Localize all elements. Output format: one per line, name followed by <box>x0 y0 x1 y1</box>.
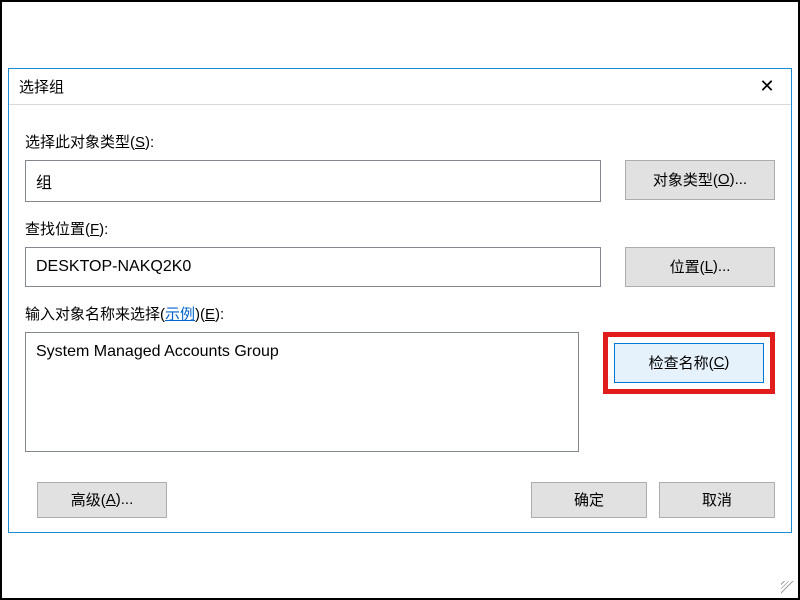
close-button[interactable]: ✕ <box>743 69 791 105</box>
object-type-field: 组 <box>25 160 601 202</box>
object-names-row: System Managed Accounts Group 检查名称(C) <box>25 332 775 452</box>
locations-button[interactable]: 位置(L)... <box>625 247 775 287</box>
object-type-label: 选择此对象类型(S): <box>25 131 775 152</box>
check-names-highlight: 检查名称(C) <box>603 332 775 394</box>
cancel-button[interactable]: 取消 <box>659 482 775 518</box>
object-type-value: 组 <box>36 169 52 193</box>
dialog-content: 选择此对象类型(S): 组 对象类型(O)... 查找位置(F): DESKTO… <box>9 105 791 532</box>
window-frame: 选择组 ✕ 选择此对象类型(S): 组 对象类型(O)... 查找位置(F): <box>0 0 800 600</box>
advanced-button[interactable]: 高级(A)... <box>37 482 167 518</box>
location-value: DESKTOP-NAKQ2K0 <box>36 258 191 276</box>
object-types-button[interactable]: 对象类型(O)... <box>625 160 775 200</box>
resize-grip-icon[interactable] <box>781 581 795 595</box>
dialog-title: 选择组 <box>19 76 64 97</box>
location-row: DESKTOP-NAKQ2K0 位置(L)... <box>25 247 775 287</box>
object-names-label: 输入对象名称来选择(示例)(E): <box>25 303 775 324</box>
object-names-value: System Managed Accounts Group <box>36 343 279 361</box>
close-icon: ✕ <box>759 76 774 97</box>
location-field: DESKTOP-NAKQ2K0 <box>25 247 601 287</box>
object-type-row: 组 对象类型(O)... <box>25 160 775 202</box>
dialog-footer: 高级(A)... 确定 取消 <box>25 482 775 518</box>
check-names-button[interactable]: 检查名称(C) <box>614 343 764 383</box>
location-label: 查找位置(F): <box>25 218 775 239</box>
example-link[interactable]: 示例 <box>165 306 195 323</box>
titlebar: 选择组 ✕ <box>9 69 791 105</box>
object-names-input[interactable]: System Managed Accounts Group <box>25 332 579 452</box>
ok-button[interactable]: 确定 <box>531 482 647 518</box>
select-group-dialog: 选择组 ✕ 选择此对象类型(S): 组 对象类型(O)... 查找位置(F): <box>8 68 792 533</box>
